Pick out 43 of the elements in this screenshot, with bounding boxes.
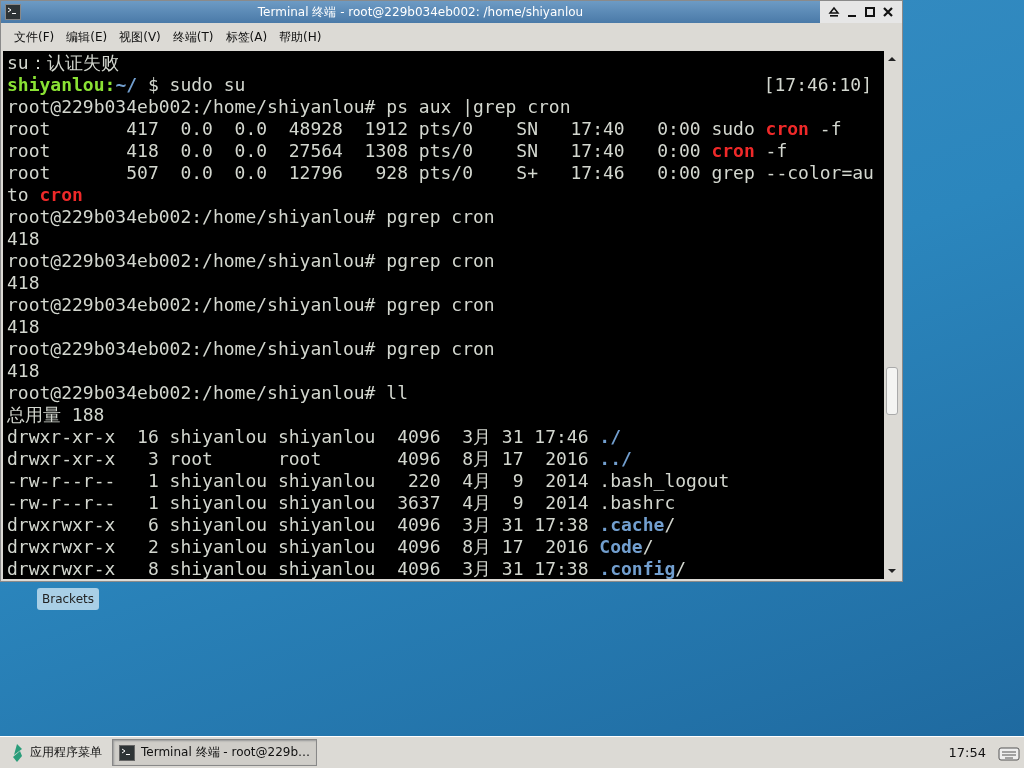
terminal-line: drwxrwxr-x 6 shiyanlou shiyanlou 4096 3月 31 17:38 .cache/ — [7, 514, 676, 536]
scroll-thumb[interactable] — [886, 367, 898, 415]
clock: 17:54 — [948, 745, 986, 760]
terminal-icon — [119, 744, 135, 761]
timestamp: [17:46:10] — [763, 74, 872, 96]
shade-icon[interactable] — [828, 6, 840, 18]
menu-item[interactable]: 标签(A) — [225, 28, 268, 46]
terminal-line: 418 — [7, 316, 40, 338]
terminal-line: root@229b034eb002:/home/shiyanlou# ll — [7, 382, 408, 404]
terminal-line: 418 — [7, 272, 40, 294]
menu-item[interactable]: 文件(F) — [14, 28, 55, 46]
maximize-icon[interactable] — [864, 6, 876, 18]
menu-item[interactable]: 帮助(H) — [279, 28, 322, 46]
terminal-line: root@229b034eb002:/home/shiyanlou# pgrep cron — [7, 338, 495, 360]
terminal-line: su：认证失败 — [7, 52, 119, 74]
menu-item[interactable]: 终端(T) — [172, 28, 214, 46]
window-title: Terminal 终端 - root@229b034eb002: /home/shiyanlou — [256, 3, 585, 21]
terminal-line: 总用量 188 — [7, 404, 105, 426]
terminal-line: root@229b034eb002:/home/shiyanlou# pgrep cron — [7, 294, 495, 316]
terminal-line: 418 — [7, 228, 40, 250]
terminal-line: -rw-r--r-- 1 shiyanlou shiyanlou 220 4月 9 2014 .bash_logout — [7, 470, 730, 492]
terminal-line: drwxrwxr-x 8 shiyanlou shiyanlou 4096 3月 31 17:38 .config/ — [7, 558, 687, 579]
close-icon[interactable] — [882, 6, 894, 18]
terminal-line: to cron — [7, 184, 83, 206]
terminal-line: root@229b034eb002:/home/shiyanlou# pgrep cron — [7, 206, 495, 228]
terminal-line: drwxr-xr-x 16 shiyanlou shiyanlou 4096 3月 31 17:46 ./ — [7, 426, 622, 448]
desktop-icon-label[interactable]: Brackets — [37, 588, 99, 610]
scrollbar[interactable] — [884, 51, 900, 579]
terminal-icon — [5, 4, 21, 20]
menu-item[interactable]: 视图(V) — [119, 28, 161, 46]
terminal-line: 418 — [7, 360, 40, 382]
terminal-line: root 417 0.0 0.0 48928 1912 pts/0 SN 17:40 0:00 sudo cron -f — [7, 118, 842, 140]
terminal-line: root@229b034eb002:/home/shiyanlou# pgrep cron — [7, 250, 495, 272]
menu-item[interactable]: 编辑(E) — [66, 28, 108, 46]
terminal-line: drwxr-xr-x 3 root root 4096 8月 17 2016 ../ — [7, 448, 632, 470]
terminal-line: drwxrwxr-x 2 shiyanlou shiyanlou 4096 8月 17 2016 Code/ — [7, 536, 654, 558]
terminal-line: shiyanlou:~/ $ sudo su — [7, 74, 246, 96]
terminal-line: -rw-r--r-- 1 shiyanlou shiyanlou 3637 4月 9 2014 .bashrc — [7, 492, 676, 514]
terminal-line: root 418 0.0 0.0 27564 1308 pts/0 SN 17:40 0:00 cron -f — [7, 140, 788, 162]
taskbar-button[interactable]: Terminal 终端 - root@229b… — [112, 739, 318, 766]
terminal-line: root@229b034eb002:/home/shiyanlou# ps aux |grep cron — [7, 96, 571, 118]
app-menu-button[interactable]: 应用程序菜单 — [30, 744, 102, 761]
terminal-line: root 507 0.0 0.0 12796 928 pts/0 S+ 17:46 0:00 grep --color=au — [7, 162, 874, 184]
